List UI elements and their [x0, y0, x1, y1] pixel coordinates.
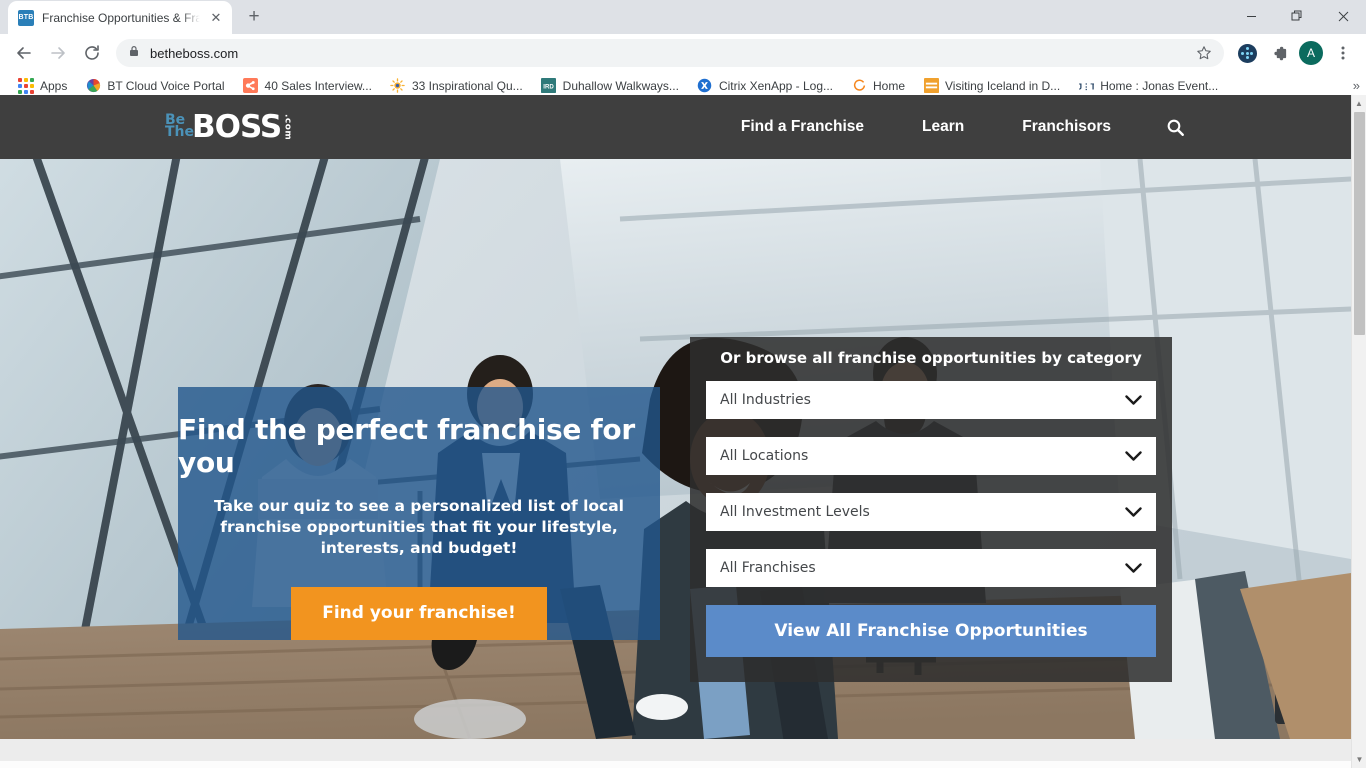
chevron-down-icon: [1125, 450, 1142, 462]
chevron-down-icon: [1125, 394, 1142, 406]
investment-levels-select[interactable]: All Investment Levels: [706, 493, 1156, 531]
page-viewport: Be The BOSS .com Find a Franchise Learn …: [0, 95, 1366, 768]
bookmark-label: Duhallow Walkways...: [562, 78, 679, 93]
tab-title: Franchise Opportunities & Franch: [42, 10, 200, 25]
svg-text:IRD: IRD: [543, 83, 554, 90]
tab-strip: BTB Franchise Opportunities & Franch ✕ +: [0, 0, 1366, 34]
bookmark-33-inspirational-quotes[interactable]: 33 Inspirational Qu...: [382, 75, 531, 97]
chrome-menu-icon[interactable]: [1328, 38, 1358, 68]
bookmark-40-sales-interview[interactable]: 40 Sales Interview...: [235, 75, 380, 97]
close-icon[interactable]: [1320, 0, 1366, 32]
bookmark-label: Citrix XenApp - Log...: [718, 78, 833, 93]
bt-icon: [85, 78, 101, 94]
bookmark-home[interactable]: Home: [843, 75, 913, 97]
bookmark-apps[interactable]: Apps: [10, 75, 75, 97]
nav-find-a-franchise[interactable]: Find a Franchise: [712, 118, 893, 136]
bookmark-label: 33 Inspirational Qu...: [411, 78, 523, 93]
citrix-icon: [697, 78, 713, 94]
view-all-opportunities-button[interactable]: View All Franchise Opportunities: [706, 605, 1156, 657]
logo-line-the: The: [165, 124, 195, 140]
bookmark-label: Visiting Iceland in D...: [945, 78, 1061, 93]
site-logo[interactable]: Be The BOSS .com: [165, 110, 292, 144]
sun-icon: [390, 78, 406, 94]
minimize-icon[interactable]: [1228, 0, 1274, 32]
bookmarks-overflow-icon[interactable]: »: [1353, 78, 1360, 93]
logo-tld: .com: [282, 113, 293, 141]
profile-avatar[interactable]: A: [1296, 38, 1326, 68]
find-your-franchise-button[interactable]: Find your franchise!: [291, 586, 547, 640]
window-controls: [1228, 0, 1366, 32]
close-icon[interactable]: ✕: [208, 10, 224, 26]
bookmark-visiting-iceland[interactable]: Visiting Iceland in D...: [915, 75, 1068, 97]
next-section-placeholder: [0, 761, 1351, 768]
browse-by-category-panel: Or browse all franchise opportunities by…: [690, 337, 1172, 682]
browser-tab[interactable]: BTB Franchise Opportunities & Franch ✕: [8, 1, 232, 34]
bookmark-label: Home : Jonas Event...: [1100, 78, 1219, 93]
scrollbar-thumb[interactable]: [1354, 112, 1365, 335]
bookmark-label: 40 Sales Interview...: [264, 78, 372, 93]
maximize-icon[interactable]: [1274, 0, 1320, 32]
iceland-icon: [923, 78, 939, 94]
hubspot-icon: [243, 78, 259, 94]
bookmark-citrix-xenapp[interactable]: Citrix XenApp - Log...: [689, 75, 841, 97]
orange-c-icon: [851, 78, 867, 94]
forward-arrow-icon: [42, 37, 74, 69]
bookmark-label: Apps: [40, 78, 68, 93]
back-arrow-icon[interactable]: [8, 37, 40, 69]
hero-quiz-panel: Find the perfect franchise for you Take …: [178, 387, 660, 640]
site-header: Be The BOSS .com Find a Franchise Learn …: [0, 95, 1351, 159]
hero-subheading: Take our quiz to see a personalized list…: [213, 497, 625, 557]
extensions-puzzle-icon[interactable]: [1264, 38, 1294, 68]
browser-window: BTB Franchise Opportunities & Franch ✕ +: [0, 0, 1366, 768]
betheboss-page: Be The BOSS .com Find a Franchise Learn …: [0, 95, 1351, 768]
site-navigation: Find a Franchise Learn Franchisors: [712, 118, 1185, 137]
logo-be-the: Be The: [165, 113, 195, 140]
chevron-down-icon: [1125, 506, 1142, 518]
search-icon[interactable]: [1140, 118, 1185, 137]
extension-blue-icon[interactable]: [1232, 38, 1262, 68]
franchises-select-value: All Franchises: [720, 560, 816, 576]
browser-toolbar: betheboss.com A: [0, 34, 1366, 72]
investment-levels-select-value: All Investment Levels: [720, 504, 870, 520]
locations-select[interactable]: All Locations: [706, 437, 1156, 475]
franchises-select[interactable]: All Franchises: [706, 549, 1156, 587]
industries-select-value: All Industries: [720, 392, 811, 408]
bookmark-label: Home: [873, 78, 906, 93]
bookmark-duhallow-walkways[interactable]: IRD Duhallow Walkways...: [533, 75, 687, 97]
scroll-up-arrow-icon[interactable]: ▲: [1352, 95, 1366, 112]
industries-select[interactable]: All Industries: [706, 381, 1156, 419]
jet-icon: J⋮T: [1078, 78, 1094, 94]
browse-panel-title: Or browse all franchise opportunities by…: [720, 349, 1142, 367]
section-divider-gray: [0, 739, 1351, 761]
ird-icon: IRD: [541, 78, 557, 94]
hero-heading: Find the perfect franchise for you: [178, 413, 635, 479]
avatar-letter: A: [1299, 41, 1323, 65]
bookmark-label: BT Cloud Voice Portal: [107, 78, 225, 93]
nav-learn[interactable]: Learn: [893, 118, 993, 136]
hero-section: Find the perfect franchise for you Take …: [0, 159, 1351, 739]
bookmark-bt-cloud-voice-portal[interactable]: BT Cloud Voice Portal: [77, 75, 232, 97]
reload-icon[interactable]: [76, 37, 108, 69]
bookmark-home-jonas-event[interactable]: J⋮T Home : Jonas Event...: [1070, 75, 1226, 97]
svg-text:J⋮T: J⋮T: [1079, 81, 1094, 91]
lock-icon: [128, 44, 140, 62]
address-bar[interactable]: betheboss.com: [116, 39, 1224, 67]
star-icon[interactable]: [1196, 45, 1212, 61]
chevron-down-icon: [1125, 562, 1142, 574]
locations-select-value: All Locations: [720, 448, 809, 464]
apps-grid-icon: [18, 77, 34, 94]
url-text: betheboss.com: [150, 45, 239, 61]
scroll-down-arrow-icon[interactable]: ▼: [1352, 751, 1366, 768]
betheboss-favicon: BTB: [18, 9, 34, 26]
logo-boss: BOSS: [192, 108, 282, 145]
new-tab-button[interactable]: +: [240, 3, 268, 31]
nav-franchisors[interactable]: Franchisors: [993, 118, 1140, 136]
page-scrollbar[interactable]: ▲ ▼: [1351, 95, 1366, 768]
